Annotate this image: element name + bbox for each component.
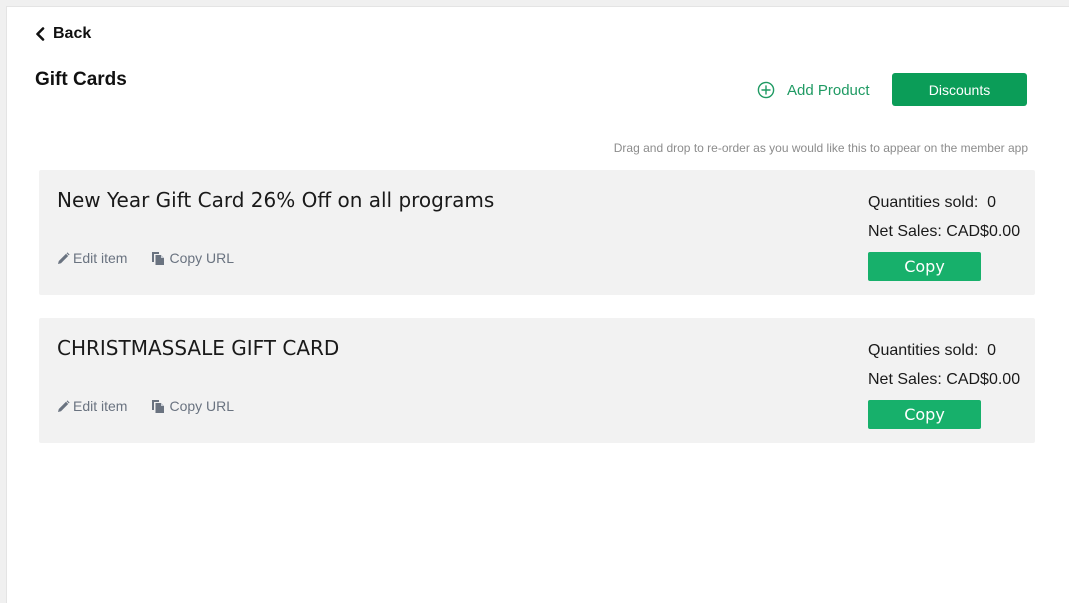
edit-item-label: Edit item <box>73 250 128 266</box>
back-button[interactable]: Back <box>35 25 91 43</box>
net-sales-label: Net Sales: <box>868 223 942 240</box>
copy-icon <box>151 399 166 414</box>
pencil-icon <box>57 251 70 265</box>
product-stats: Quantities sold: 0 Net Sales: CAD$0.00 <box>868 336 1020 394</box>
plus-circle-icon <box>757 81 775 99</box>
net-sales: Net Sales: CAD$0.00 <box>868 217 1020 246</box>
product-card[interactable]: CHRISTMASSALE GIFT CARD Edit item Copy U… <box>39 318 1035 443</box>
net-sales-value: CAD$0.00 <box>946 371 1021 388</box>
copy-icon <box>151 251 166 266</box>
net-sales-value: CAD$0.00 <box>946 223 1021 240</box>
quantities-label: Quantities sold: <box>868 194 979 211</box>
copy-url-link[interactable]: Copy URL <box>151 398 234 414</box>
page-title: Gift Cards <box>35 69 127 90</box>
product-stats: Quantities sold: 0 Net Sales: CAD$0.00 <box>868 188 1020 246</box>
copy-button[interactable]: Copy <box>868 400 981 429</box>
product-card[interactable]: New Year Gift Card 26% Off on all progra… <box>39 170 1035 295</box>
copy-url-label: Copy URL <box>169 250 235 266</box>
product-title: CHRISTMASSALE GIFT CARD <box>57 336 340 360</box>
edit-item-link[interactable]: Edit item <box>57 398 127 414</box>
add-product-button[interactable]: Add Product <box>757 79 870 101</box>
discounts-button[interactable]: Discounts <box>892 73 1027 106</box>
edit-item-link[interactable]: Edit item <box>57 250 127 266</box>
quantities-label: Quantities sold: <box>868 342 979 359</box>
product-actions: Edit item Copy URL <box>57 250 234 266</box>
edit-item-label: Edit item <box>73 398 128 414</box>
quantities-sold: Quantities sold: 0 <box>868 188 1020 217</box>
copy-button[interactable]: Copy <box>868 252 981 281</box>
quantities-value: 0 <box>987 194 997 211</box>
net-sales: Net Sales: CAD$0.00 <box>868 365 1020 394</box>
copy-url-label: Copy URL <box>169 398 235 414</box>
pencil-icon <box>57 399 70 413</box>
back-label: Back <box>53 25 92 42</box>
main-panel: Back Gift Cards Add Product Discounts Dr… <box>6 6 1069 603</box>
copy-url-link[interactable]: Copy URL <box>151 250 234 266</box>
net-sales-label: Net Sales: <box>868 371 942 388</box>
product-title: New Year Gift Card 26% Off on all progra… <box>57 188 495 212</box>
reorder-hint: Drag and drop to re-order as you would l… <box>613 141 1028 155</box>
quantities-value: 0 <box>987 342 997 359</box>
quantities-sold: Quantities sold: 0 <box>868 336 1020 365</box>
chevron-left-icon <box>35 27 45 41</box>
product-actions: Edit item Copy URL <box>57 398 234 414</box>
add-product-label: Add Product <box>787 81 870 99</box>
